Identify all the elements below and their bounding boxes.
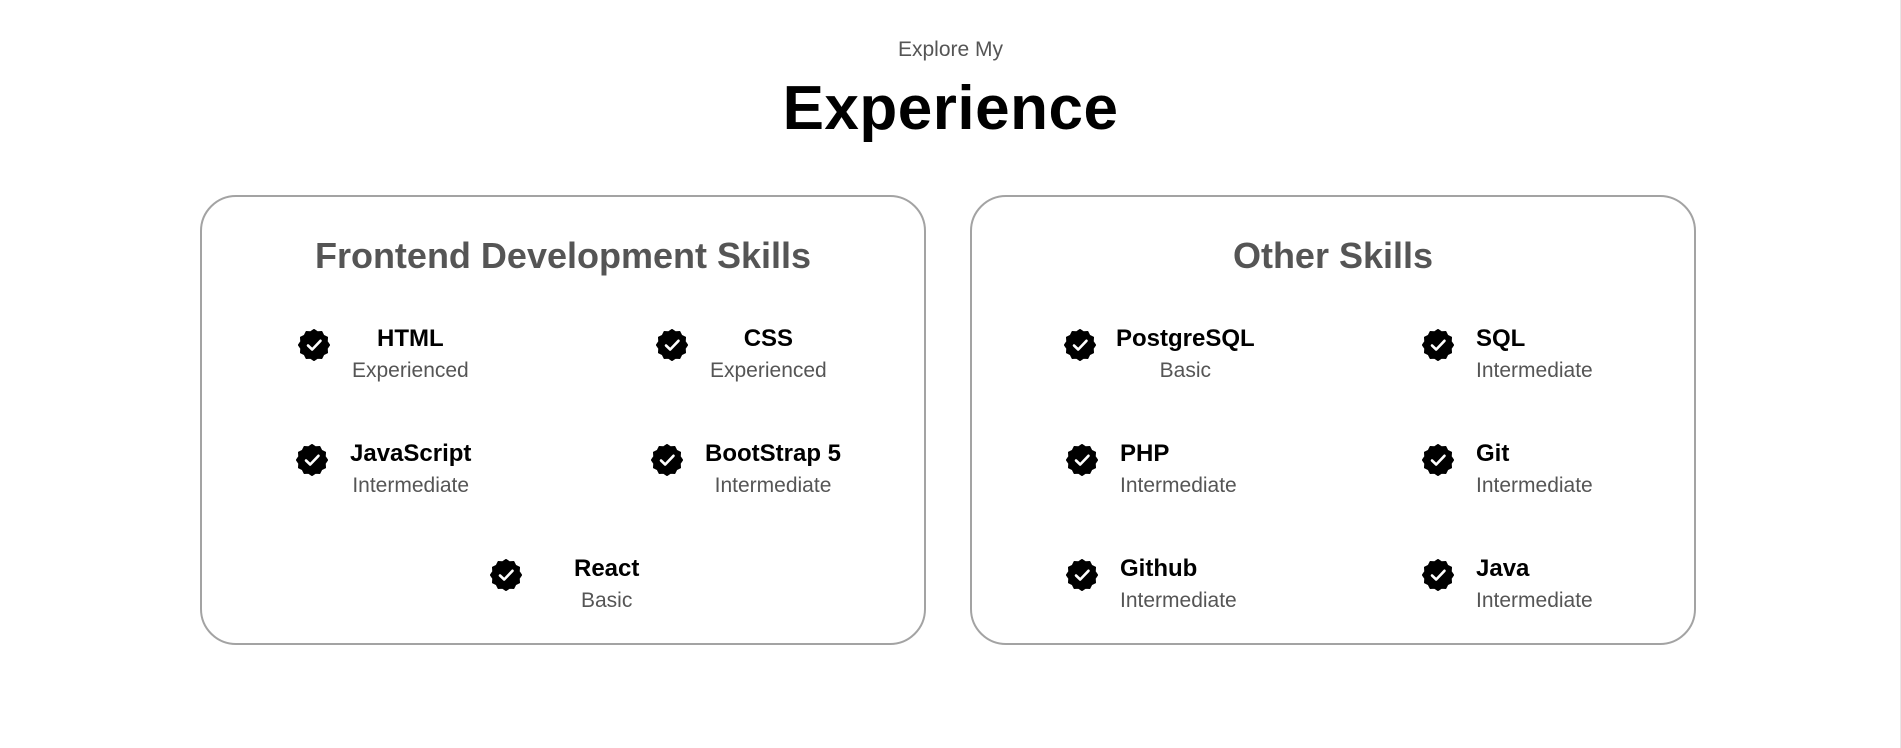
skill-name: Github (1120, 555, 1198, 582)
skill-level: Intermediate (1120, 589, 1237, 612)
skill-name: BootStrap 5 (705, 440, 842, 467)
skill-item-php: PHP Intermediate (1066, 438, 1237, 502)
skill-item-java: Java Intermediate (1422, 553, 1593, 617)
skill-item-javascript: JavaScript Intermediate (296, 438, 471, 502)
verified-check-icon (651, 444, 683, 476)
skill-name: Git (1476, 440, 1510, 467)
skill-level: Intermediate (714, 474, 832, 497)
skill-name: PostgreSQL (1116, 325, 1255, 352)
skill-name: CSS (743, 325, 794, 352)
skill-level: Experienced (352, 359, 469, 382)
verified-check-icon (490, 559, 522, 591)
verified-check-icon (656, 329, 688, 361)
verified-check-icon (1066, 444, 1098, 476)
verified-check-icon (298, 329, 330, 361)
skill-item-react: React Basic (490, 553, 639, 617)
other-skills-card: Other Skills PostgreSQL Basic SQL Interm… (970, 195, 1696, 645)
skill-level: Intermediate (1476, 359, 1593, 382)
skill-item-css: CSS Experienced (656, 323, 827, 387)
verified-check-icon (1422, 559, 1454, 591)
skill-item-html: HTML Experienced (298, 323, 469, 387)
verified-check-icon (1064, 329, 1096, 361)
skill-item-bootstrap: BootStrap 5 Intermediate (651, 438, 841, 502)
section-title: Experience (782, 74, 1119, 143)
skill-name: Java (1476, 555, 1530, 582)
experience-section: Explore My Experience Frontend Developme… (0, 0, 1901, 748)
skill-name: PHP (1120, 440, 1170, 467)
verified-check-icon (1422, 329, 1454, 361)
skill-level: Basic (1159, 359, 1212, 382)
skill-item-git: Git Intermediate (1422, 438, 1593, 502)
verified-check-icon (1422, 444, 1454, 476)
skill-name: SQL (1476, 325, 1526, 352)
skill-name: React (574, 555, 640, 582)
skill-level: Intermediate (1120, 474, 1237, 497)
skill-item-sql: SQL Intermediate (1422, 323, 1593, 387)
skill-name: HTML (377, 325, 444, 352)
skill-level: Intermediate (1476, 589, 1593, 612)
skill-name: JavaScript (350, 440, 472, 467)
skill-level: Intermediate (1476, 474, 1593, 497)
verified-check-icon (296, 444, 328, 476)
skill-item-github: Github Intermediate (1066, 553, 1237, 617)
section-subtitle: Explore My (897, 38, 1004, 61)
skill-item-postgresql: PostgreSQL Basic (1064, 323, 1255, 387)
skill-level: Intermediate (352, 474, 470, 497)
other-skills-card-title: Other Skills (1232, 235, 1434, 276)
frontend-skills-card: Frontend Development Skills HTML Experie… (200, 195, 926, 645)
skill-level: Basic (581, 589, 633, 612)
verified-check-icon (1066, 559, 1098, 591)
frontend-skills-card-title: Frontend Development Skills (314, 235, 812, 276)
skill-level: Experienced (710, 359, 827, 382)
